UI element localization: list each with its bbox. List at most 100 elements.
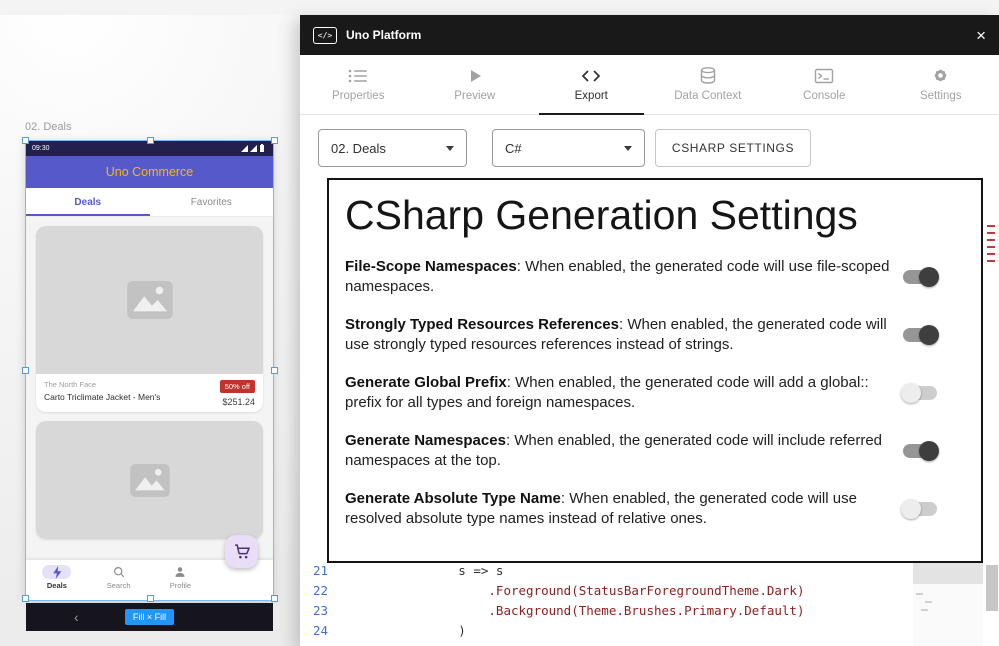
minimap-mark xyxy=(987,253,995,255)
size-badge[interactable]: Fill × Fill xyxy=(125,609,174,625)
nav-item-deals[interactable]: Deals xyxy=(26,560,88,600)
back-chevron-icon[interactable]: ‹ xyxy=(74,610,79,624)
minimap-mark xyxy=(916,593,923,595)
setting-text: Strongly Typed Resources References: Whe… xyxy=(345,315,901,355)
tab-data-context[interactable]: Data Context xyxy=(650,55,767,114)
language-select[interactable]: C# xyxy=(492,129,645,167)
line-number: 21 xyxy=(300,563,346,578)
scrollbar-thumb[interactable] xyxy=(986,565,998,611)
nav-item-search[interactable]: Search xyxy=(88,560,150,600)
cart-fab[interactable] xyxy=(225,535,258,568)
setting-text: Generate Namespaces: When enabled, the g… xyxy=(345,431,901,471)
toggle-thumb xyxy=(901,499,921,519)
setting-row: File-Scope Namespaces: When enabled, the… xyxy=(345,257,965,297)
code-line: 23 .Background(Theme.Brushes.Primary.Def… xyxy=(300,600,984,620)
page-select[interactable]: 02. Deals xyxy=(318,129,467,167)
profile-icon xyxy=(165,565,195,579)
phone-status-bar: 09:30 xyxy=(26,141,273,156)
app-bar-title: Uno Commerce xyxy=(106,165,194,179)
phone-content: The North Face Carto Triclimate Jacket -… xyxy=(26,217,273,560)
toggle-generate-absolute-type-name[interactable] xyxy=(901,499,939,519)
line-number: 25 xyxy=(300,643,346,646)
product-card[interactable] xyxy=(36,421,263,539)
tab-label: Export xyxy=(575,90,608,102)
tab-label: Settings xyxy=(920,90,962,102)
toggle-wrap xyxy=(901,499,939,519)
search-icon xyxy=(104,565,134,579)
toggle-strongly-typed-resources[interactable] xyxy=(901,325,939,345)
toggle-thumb xyxy=(919,441,939,461)
panel-title: Uno Platform xyxy=(346,28,421,42)
toggle-file-scope-namespaces[interactable] xyxy=(901,267,939,287)
code-line: 22 .Foreground(StatusBarForegroundTheme.… xyxy=(300,580,984,600)
product-name: Carto Triclimate Jacket - Men's xyxy=(44,392,160,402)
tab-console[interactable]: Console xyxy=(766,55,883,114)
artboard-label[interactable]: 02. Deals xyxy=(25,121,71,133)
setting-row: Generate Global Prefix: When enabled, th… xyxy=(345,373,965,413)
image-placeholder-icon xyxy=(127,281,173,319)
tab-preview[interactable]: Preview xyxy=(417,55,534,114)
minimap-mark xyxy=(987,225,995,227)
setting-name: Generate Namespaces xyxy=(345,432,506,449)
toggle-wrap xyxy=(901,325,939,345)
discount-badge: 50% off xyxy=(220,380,255,393)
console-icon xyxy=(814,68,834,84)
tab-properties[interactable]: Properties xyxy=(300,55,417,114)
setting-name: Strongly Typed Resources References xyxy=(345,316,619,333)
database-icon xyxy=(699,67,717,84)
artboard-phone-preview[interactable]: 09:30 Uno Commerce Deals Favorites xyxy=(26,141,273,600)
product-image-placeholder xyxy=(36,226,263,374)
close-icon[interactable]: × xyxy=(976,27,986,44)
chevron-down-icon xyxy=(446,146,454,151)
artboard-frame-bar: ‹ Fill × Fill xyxy=(26,603,273,631)
minimap-mark xyxy=(987,260,995,262)
page-select-value: 02. Deals xyxy=(331,141,386,156)
gear-icon xyxy=(932,67,949,84)
editor-minimap[interactable] xyxy=(913,563,983,646)
status-time: 09:30 xyxy=(32,145,50,152)
editor-minimap-strip xyxy=(984,178,999,563)
nav-item-profile[interactable]: Profile xyxy=(150,560,212,600)
csharp-settings-button[interactable]: CSHARP SETTINGS xyxy=(655,129,811,167)
tab-label: Data Context xyxy=(674,90,741,102)
toggle-wrap xyxy=(901,441,939,461)
setting-row: Strongly Typed Resources References: Whe… xyxy=(345,315,965,355)
toggle-thumb xyxy=(919,325,939,345)
product-card[interactable]: The North Face Carto Triclimate Jacket -… xyxy=(36,226,263,412)
setting-name: File-Scope Namespaces xyxy=(345,258,517,275)
chevron-down-icon xyxy=(624,146,632,151)
language-select-value: C# xyxy=(505,141,522,156)
csharp-settings-dialog: CSharp Generation Settings File-Scope Na… xyxy=(327,178,983,563)
toggle-generate-global-prefix[interactable] xyxy=(901,383,939,403)
minimap-mark xyxy=(925,601,932,603)
tab-export[interactable]: Export xyxy=(533,55,650,114)
product-brand: The North Face xyxy=(44,380,160,389)
toggle-generate-namespaces[interactable] xyxy=(901,441,939,461)
tab-settings[interactable]: Settings xyxy=(883,55,999,114)
tab-label: Preview xyxy=(454,90,495,102)
status-icons xyxy=(241,144,267,153)
code-line: 24 ) xyxy=(300,620,984,640)
product-pricing: 50% off $251.24 xyxy=(220,380,255,407)
minimap-slider[interactable] xyxy=(913,563,983,584)
export-toolbar: 02. Deals C# CSHARP SETTINGS xyxy=(300,115,999,167)
nav-label: Profile xyxy=(170,581,191,590)
code-text: Resources xyxy=(346,643,534,646)
image-placeholder-icon xyxy=(130,464,170,497)
panel-tab-bar: Properties Preview Export xyxy=(300,55,999,115)
phone-tab-deals[interactable]: Deals xyxy=(26,188,150,216)
uno-platform-panel: </> Uno Platform × Properties Preview xyxy=(300,15,999,646)
line-number: 24 xyxy=(300,623,346,638)
setting-text: Generate Global Prefix: When enabled, th… xyxy=(345,373,901,413)
tab-indicator xyxy=(26,214,150,216)
line-number: 22 xyxy=(300,583,346,598)
setting-row: Generate Namespaces: When enabled, the g… xyxy=(345,431,965,471)
toggle-thumb xyxy=(901,383,921,403)
code-brackets-icon xyxy=(581,68,601,84)
code-editor[interactable]: 21 s => s 22 .Foreground(StatusBarForegr… xyxy=(300,560,984,646)
phone-tab-favorites[interactable]: Favorites xyxy=(150,188,274,216)
product-text: The North Face Carto Triclimate Jacket -… xyxy=(44,380,160,407)
play-icon xyxy=(467,68,483,84)
setting-name: Generate Absolute Type Name xyxy=(345,490,561,507)
app-root: 02. Deals 09:30 Uno Commerce Deals Favor… xyxy=(0,0,999,646)
